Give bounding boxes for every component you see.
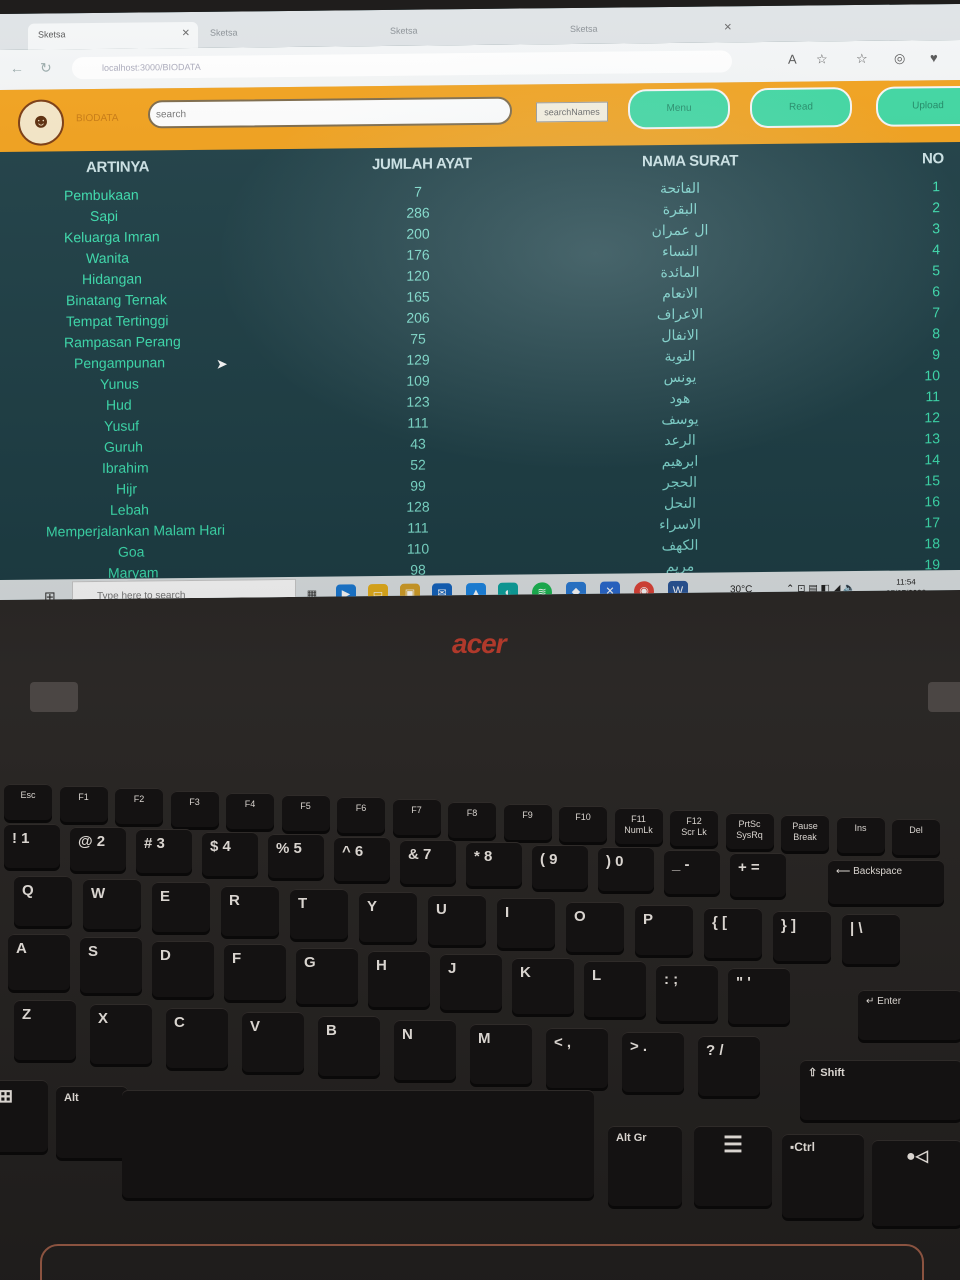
- letter-key[interactable]: P: [635, 904, 693, 955]
- letter-key[interactable]: " ': [728, 968, 790, 1024]
- function-key[interactable]: Esc: [4, 784, 52, 820]
- letter-key[interactable]: ? /: [698, 1036, 760, 1096]
- menu-key[interactable]: ☰: [694, 1126, 772, 1206]
- letter-key[interactable]: < ,: [546, 1028, 608, 1088]
- letter-key[interactable]: L: [584, 961, 646, 1018]
- letter-key[interactable]: C: [166, 1008, 228, 1068]
- number-key[interactable]: # 3: [136, 829, 192, 874]
- function-key[interactable]: F2: [115, 788, 163, 825]
- letter-key[interactable]: | \: [842, 914, 900, 965]
- letter-key[interactable]: X: [90, 1004, 152, 1064]
- function-key[interactable]: F4: [226, 792, 274, 829]
- letter-key[interactable]: T: [290, 888, 348, 939]
- enter-key[interactable]: ↵ Enter: [858, 990, 960, 1040]
- letter-key[interactable]: A: [8, 934, 70, 990]
- key-label: Ctrl: [794, 1140, 815, 1154]
- altgr-key[interactable]: Alt Gr: [608, 1126, 682, 1206]
- function-key[interactable]: Del: [892, 819, 940, 856]
- key-label: Shift: [820, 1067, 845, 1079]
- number-key[interactable]: ^ 6: [334, 837, 390, 881]
- letter-key[interactable]: U: [428, 895, 486, 946]
- function-key[interactable]: Pause Break: [781, 814, 829, 851]
- keyboard: Esc F1 F2 F3 F4 F5 F6 F7 F8 F9 F10 F11 NumLk F12 Scr…: [0, 0, 960, 1280]
- letter-key[interactable]: M: [470, 1024, 532, 1084]
- number-key[interactable]: ( 9: [532, 844, 588, 889]
- number-key[interactable]: $ 4: [202, 831, 258, 876]
- function-key[interactable]: F8: [448, 801, 496, 838]
- letter-key[interactable]: D: [152, 940, 214, 997]
- function-key[interactable]: F10: [559, 806, 607, 842]
- letter-key[interactable]: K: [512, 957, 574, 1014]
- letter-key[interactable]: O: [566, 901, 624, 952]
- letter-key[interactable]: : ;: [656, 964, 718, 1021]
- ctrl-key[interactable]: ▪Ctrl: [782, 1134, 864, 1218]
- letter-key[interactable]: E: [152, 882, 210, 933]
- letter-key[interactable]: I: [497, 898, 555, 949]
- number-key[interactable]: @ 2: [70, 826, 126, 871]
- function-key[interactable]: F3: [170, 790, 219, 827]
- backspace-key[interactable]: ⟵ Backspace: [828, 860, 944, 904]
- letter-key[interactable]: B: [318, 1016, 380, 1076]
- letter-key[interactable]: } ]: [773, 911, 831, 962]
- letter-key[interactable]: N: [394, 1020, 456, 1080]
- number-key[interactable]: ) 0: [598, 847, 654, 892]
- windows-key[interactable]: ⊞: [0, 1080, 48, 1152]
- right-shift-key[interactable]: ⇧ Shift: [800, 1060, 960, 1120]
- number-key[interactable]: ! 1: [4, 824, 60, 868]
- letter-key[interactable]: J: [440, 954, 502, 1011]
- function-key[interactable]: F6: [337, 797, 385, 834]
- function-key[interactable]: F11 NumLk: [614, 808, 663, 845]
- key-label: Enter: [877, 996, 902, 1007]
- letter-key[interactable]: Q: [14, 876, 72, 926]
- left-arrow-key[interactable]: ●◁: [872, 1140, 960, 1226]
- function-key[interactable]: F9: [503, 803, 552, 840]
- photo-scene: Sketsa ✕ Sketsa Sketsa Sketsa ✕ ← ↻ loca…: [0, 0, 960, 1280]
- letter-key[interactable]: Y: [359, 892, 417, 942]
- letter-key[interactable]: Z: [14, 1000, 76, 1060]
- letter-key[interactable]: G: [296, 947, 358, 1004]
- letter-key[interactable]: { [: [704, 908, 762, 958]
- letter-key[interactable]: V: [242, 1012, 304, 1072]
- letter-key[interactable]: > .: [622, 1032, 684, 1092]
- alt-key[interactable]: Alt: [56, 1086, 128, 1158]
- number-key[interactable]: % 5: [268, 834, 324, 879]
- function-key[interactable]: F7: [392, 799, 441, 836]
- key-label: Backspace: [853, 866, 903, 877]
- letter-key[interactable]: S: [80, 937, 142, 994]
- number-key[interactable]: + =: [730, 852, 786, 897]
- number-key[interactable]: * 8: [466, 842, 522, 887]
- function-key[interactable]: F12 Scr Lk: [670, 810, 718, 847]
- space-key[interactable]: [122, 1090, 594, 1198]
- function-key[interactable]: PrtSc SysRq: [725, 812, 774, 849]
- letter-key[interactable]: H: [368, 951, 430, 1007]
- function-key[interactable]: F1: [59, 786, 108, 823]
- letter-key[interactable]: W: [83, 879, 141, 930]
- letter-key[interactable]: R: [221, 885, 279, 936]
- function-key[interactable]: F5: [281, 795, 330, 831]
- letter-key[interactable]: F: [224, 944, 286, 1001]
- number-key[interactable]: & 7: [400, 839, 456, 884]
- function-key[interactable]: Ins: [836, 817, 885, 853]
- number-key[interactable]: _ -: [664, 850, 720, 894]
- touchpad-edge: [40, 1244, 924, 1280]
